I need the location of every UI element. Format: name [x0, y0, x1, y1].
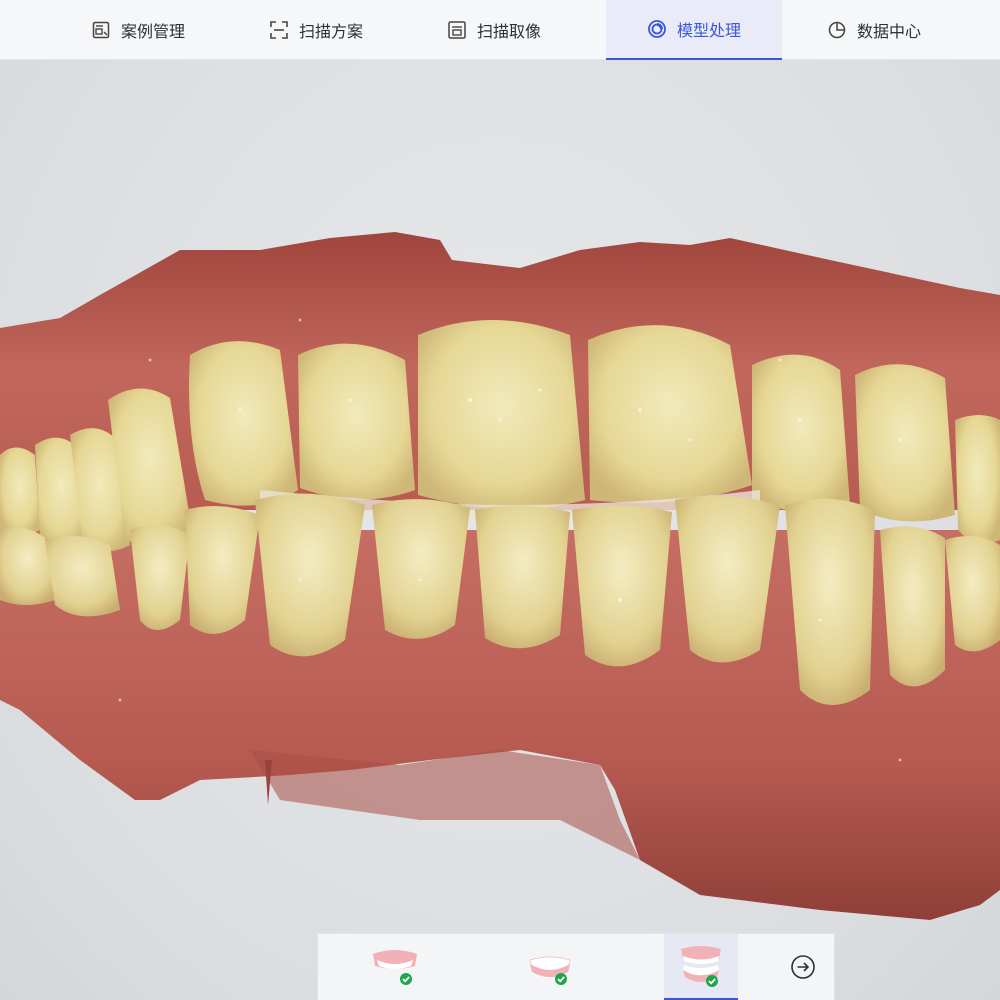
bite-icon [681, 946, 721, 987]
done-check-icon [400, 973, 412, 985]
done-check-icon [555, 973, 567, 985]
tab-case-management[interactable]: 案例管理 [50, 0, 226, 60]
jaw-option-upper[interactable] [358, 934, 432, 1000]
tab-label: 扫描方案 [298, 24, 363, 41]
model-processing-icon [647, 19, 667, 39]
jaw-option-bite[interactable] [664, 934, 738, 1000]
next-button[interactable] [790, 954, 816, 980]
jaw-option-lower[interactable] [513, 934, 587, 1000]
tab-data-center[interactable]: 数据中心 [786, 0, 962, 60]
upper-jaw-icon [373, 950, 417, 985]
tab-model-processing[interactable]: 模型处理 [606, 0, 782, 60]
scan-plan-icon [269, 20, 289, 40]
tab-label: 数据中心 [856, 24, 921, 41]
scan-capture-icon [447, 20, 467, 40]
done-check-icon [706, 975, 718, 987]
lower-jaw-icon [529, 956, 571, 985]
top-nav: 案例管理 扫描方案 扫描取像 模型处理 数据中心 [0, 0, 1000, 60]
tab-scan-capture[interactable]: 扫描取像 [406, 0, 582, 60]
tab-label: 模型处理 [676, 23, 741, 40]
case-management-icon [91, 20, 111, 40]
arrow-right-circle-icon [791, 955, 815, 979]
jaw-selector-bar [317, 933, 835, 1000]
dental-model[interactable] [0, 60, 1000, 1000]
model-viewport[interactable] [0, 60, 1000, 1000]
tab-label: 案例管理 [120, 24, 185, 41]
data-center-icon [827, 20, 847, 40]
tab-label: 扫描取像 [476, 24, 541, 41]
tab-scan-plan[interactable]: 扫描方案 [228, 0, 404, 60]
